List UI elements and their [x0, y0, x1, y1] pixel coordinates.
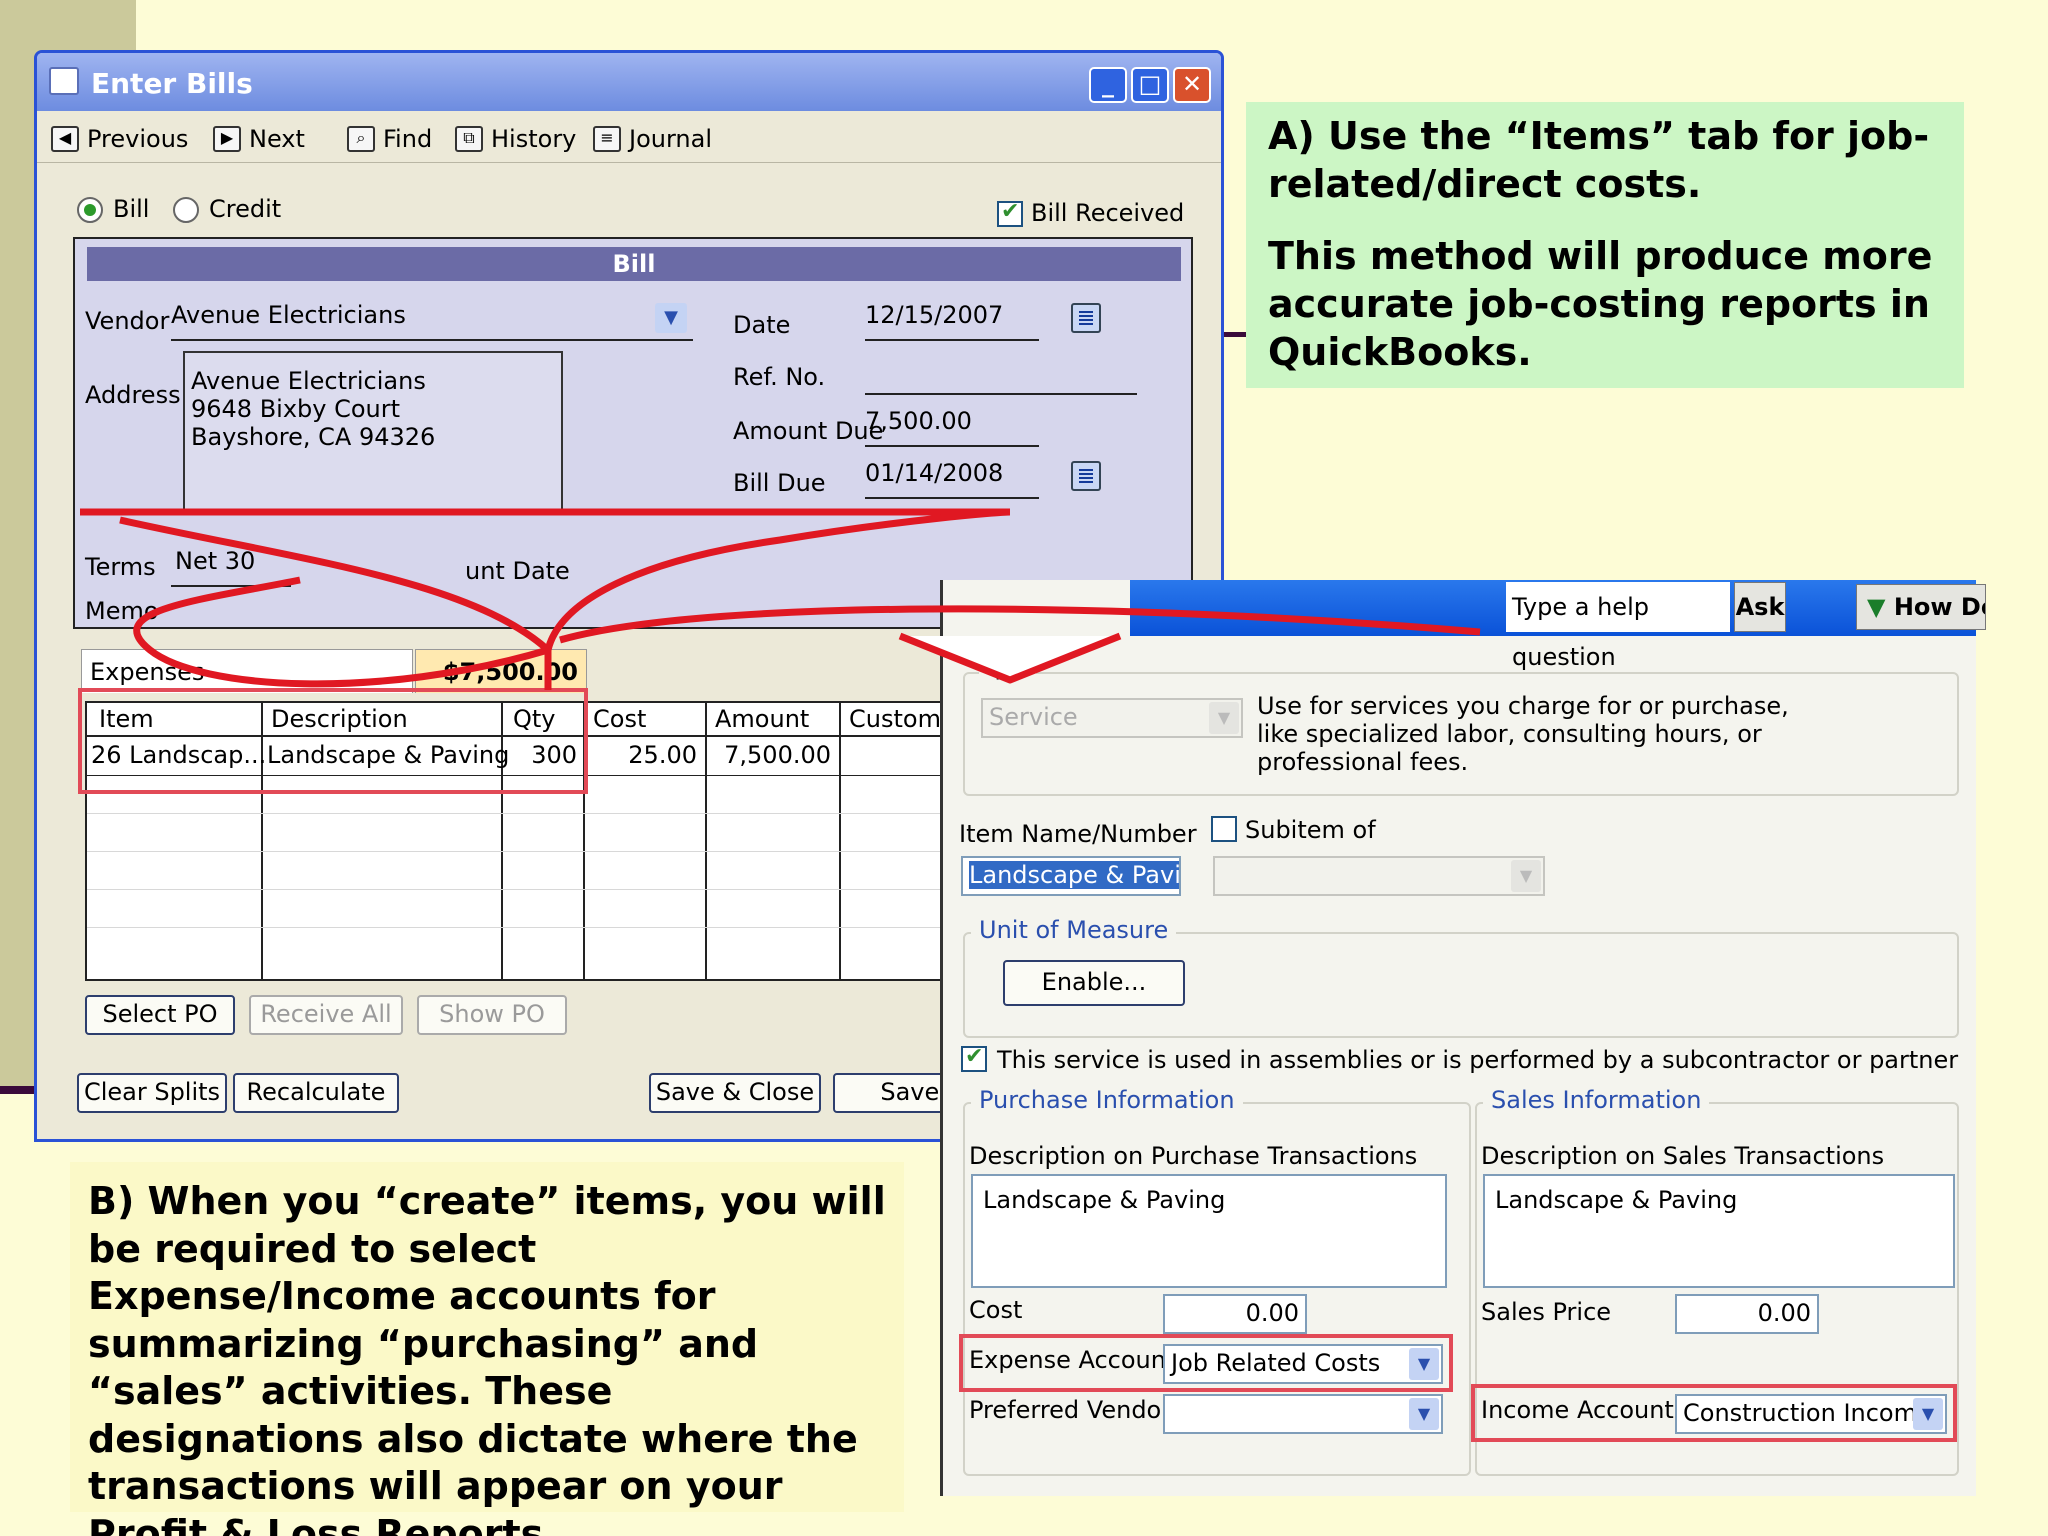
- callout-arrow-shape: [80, 508, 1481, 690]
